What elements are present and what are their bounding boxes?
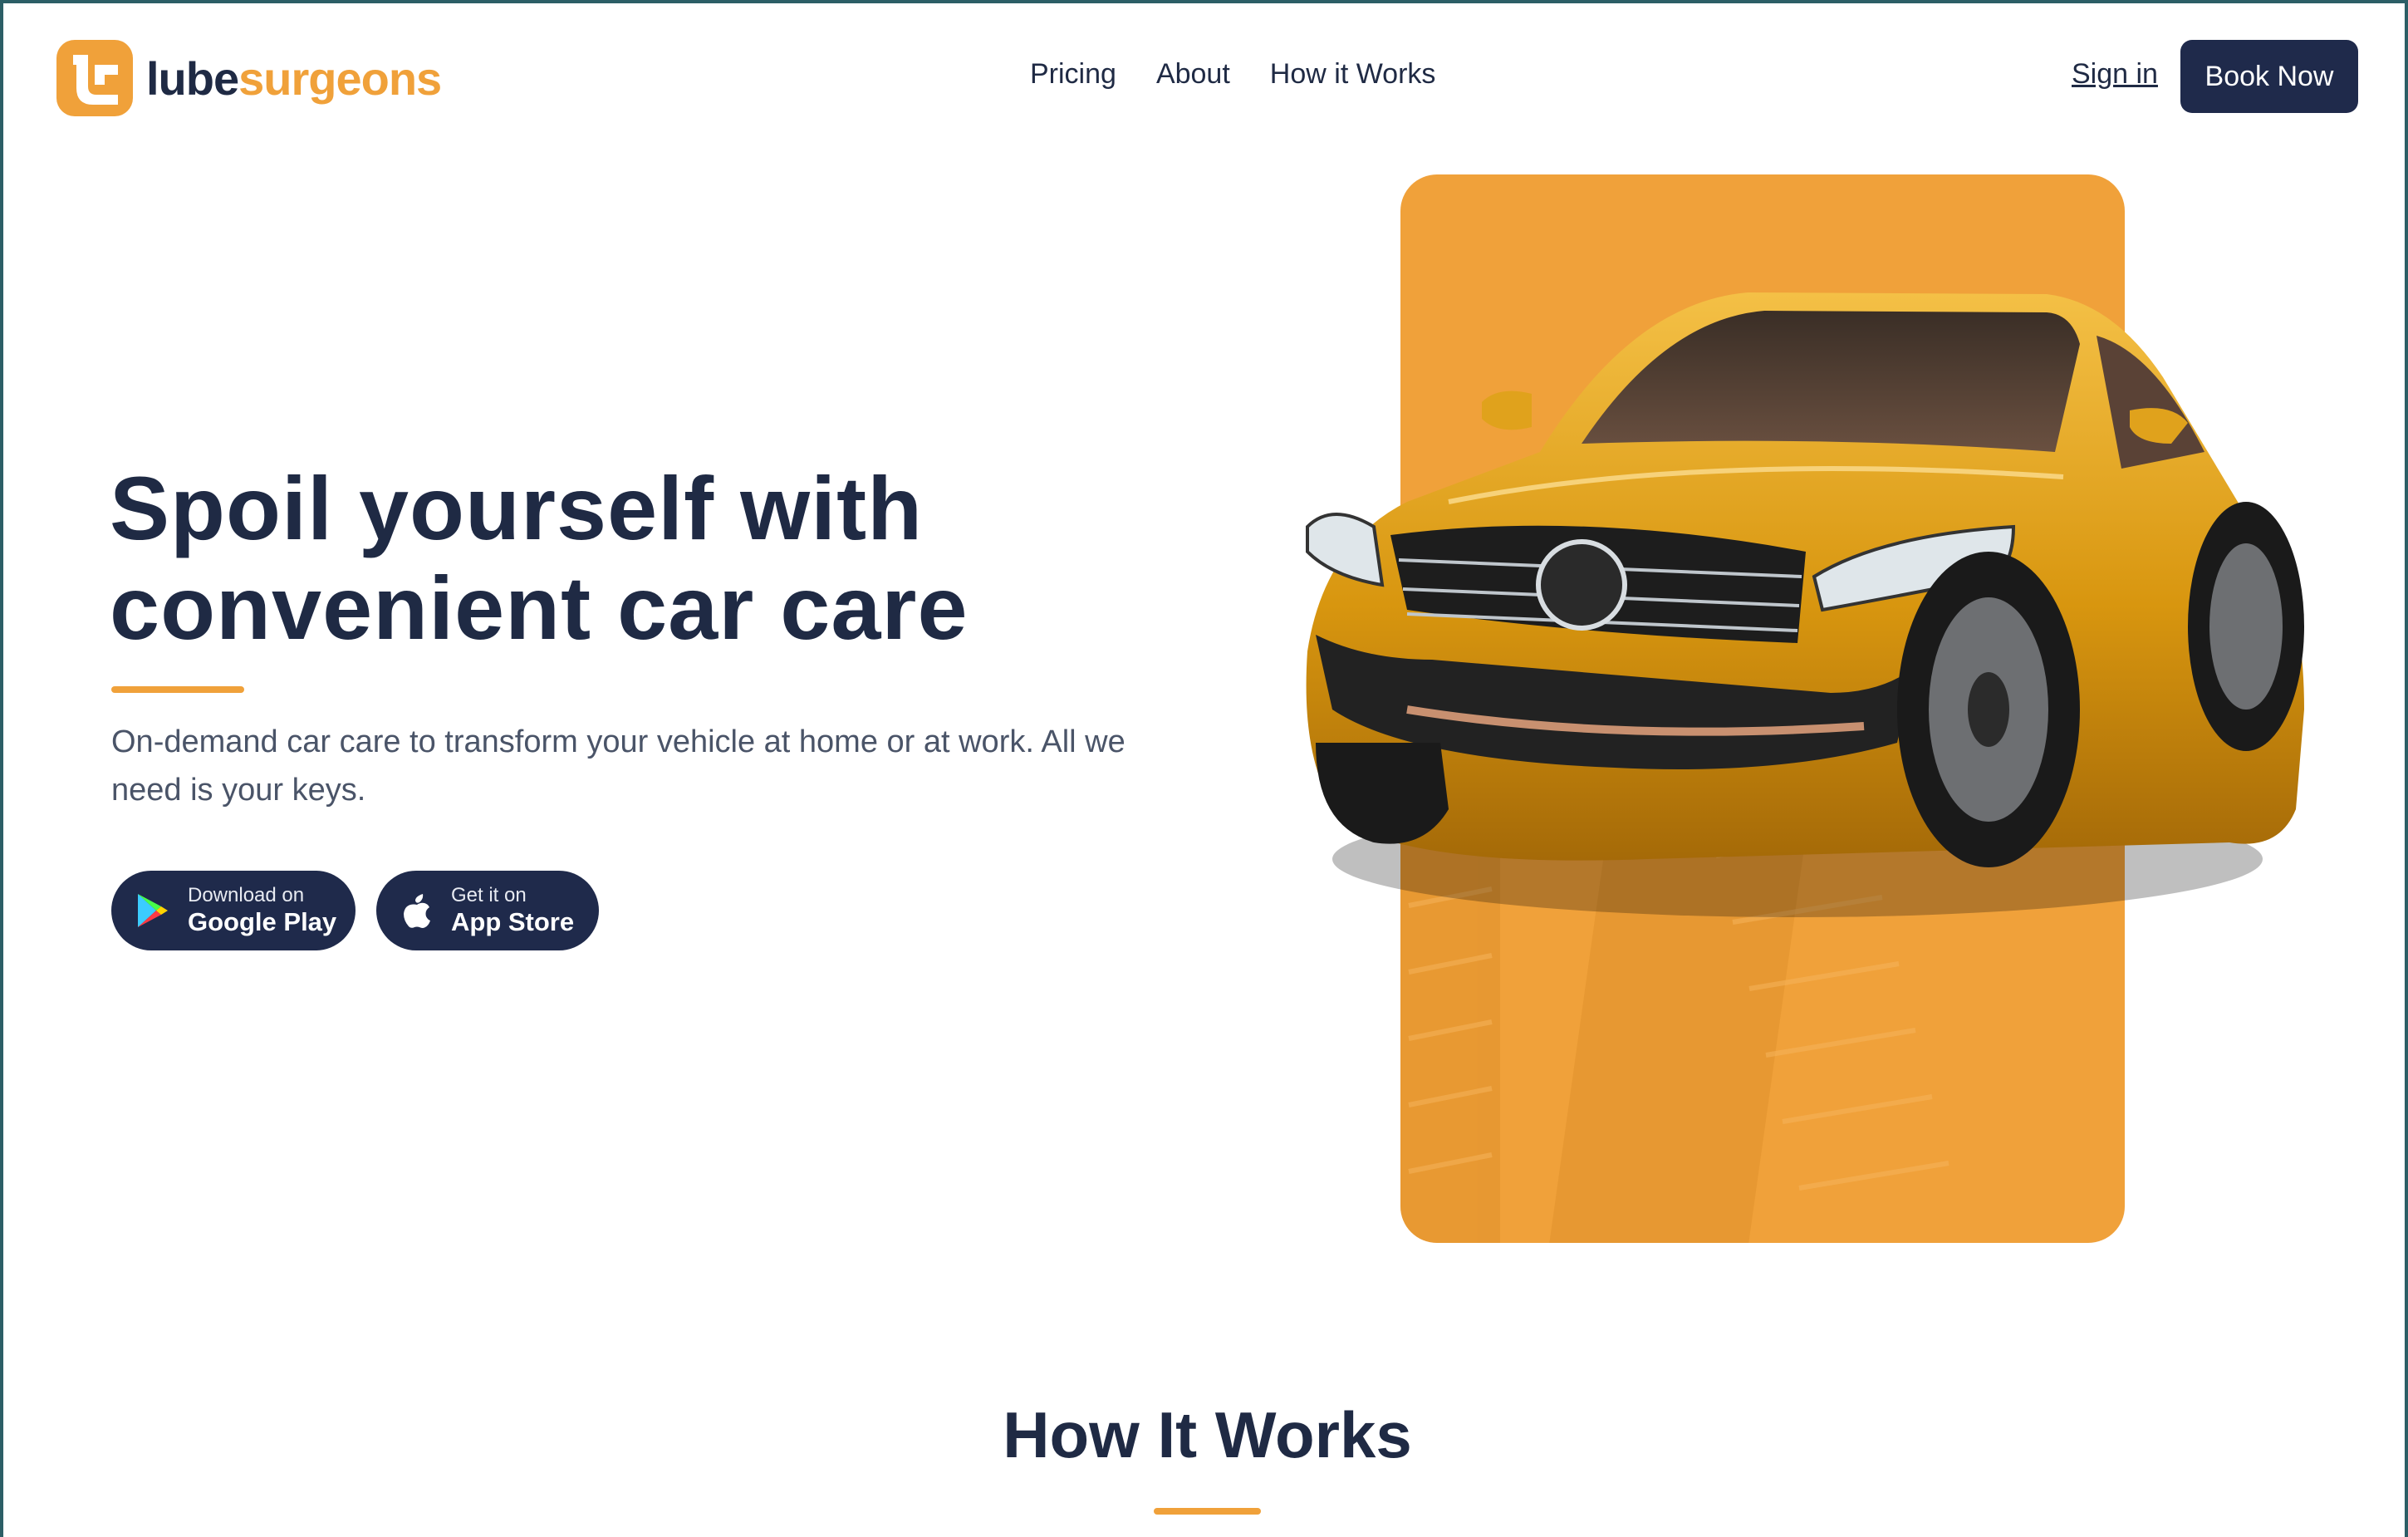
yellow-suv-image <box>1306 292 2304 917</box>
google-play-small-text: Download on <box>188 884 305 906</box>
nav-link-pricing[interactable]: Pricing <box>1030 58 1116 91</box>
brand-name: lubesurgeons <box>146 52 442 106</box>
how-it-works-underline <box>1154 1508 1261 1515</box>
google-play-icon <box>138 894 168 927</box>
page: lubesurgeons Pricing About How it Works … <box>0 0 2408 1537</box>
app-store-button[interactable]: Get it on App Store <box>376 871 599 950</box>
brand-logo[interactable]: lubesurgeons <box>56 40 442 116</box>
nav-link-about[interactable]: About <box>1156 58 1230 91</box>
google-play-button[interactable]: Download on Google Play <box>111 871 356 950</box>
brand-name-part2: surgeons <box>238 52 442 105</box>
apple-icon <box>404 894 430 928</box>
nav-link-how-it-works[interactable]: How it Works <box>1270 58 1436 91</box>
how-it-works-title: How It Works <box>1003 1398 1412 1471</box>
app-store-small-text: Get it on <box>451 884 527 906</box>
book-now-button[interactable]: Book Now <box>2180 40 2358 113</box>
hero-subtitle: On-demand car care to transform your veh… <box>111 724 1126 808</box>
logo-mark-icon <box>56 40 133 116</box>
app-store-label: App Store <box>451 907 575 936</box>
hero-title-line1: Spoil yourself with <box>110 458 924 558</box>
google-play-label: Google Play <box>188 907 337 936</box>
main-nav: Pricing About How it Works <box>1030 58 1435 91</box>
hero-title: Spoil yourself with convenient car care <box>110 459 969 658</box>
hero-title-underline <box>111 686 244 693</box>
hero-title-line2: convenient car care <box>110 557 969 658</box>
sign-in-link[interactable]: Sign in <box>2072 58 2158 91</box>
brand-name-part1: lube <box>146 52 239 105</box>
